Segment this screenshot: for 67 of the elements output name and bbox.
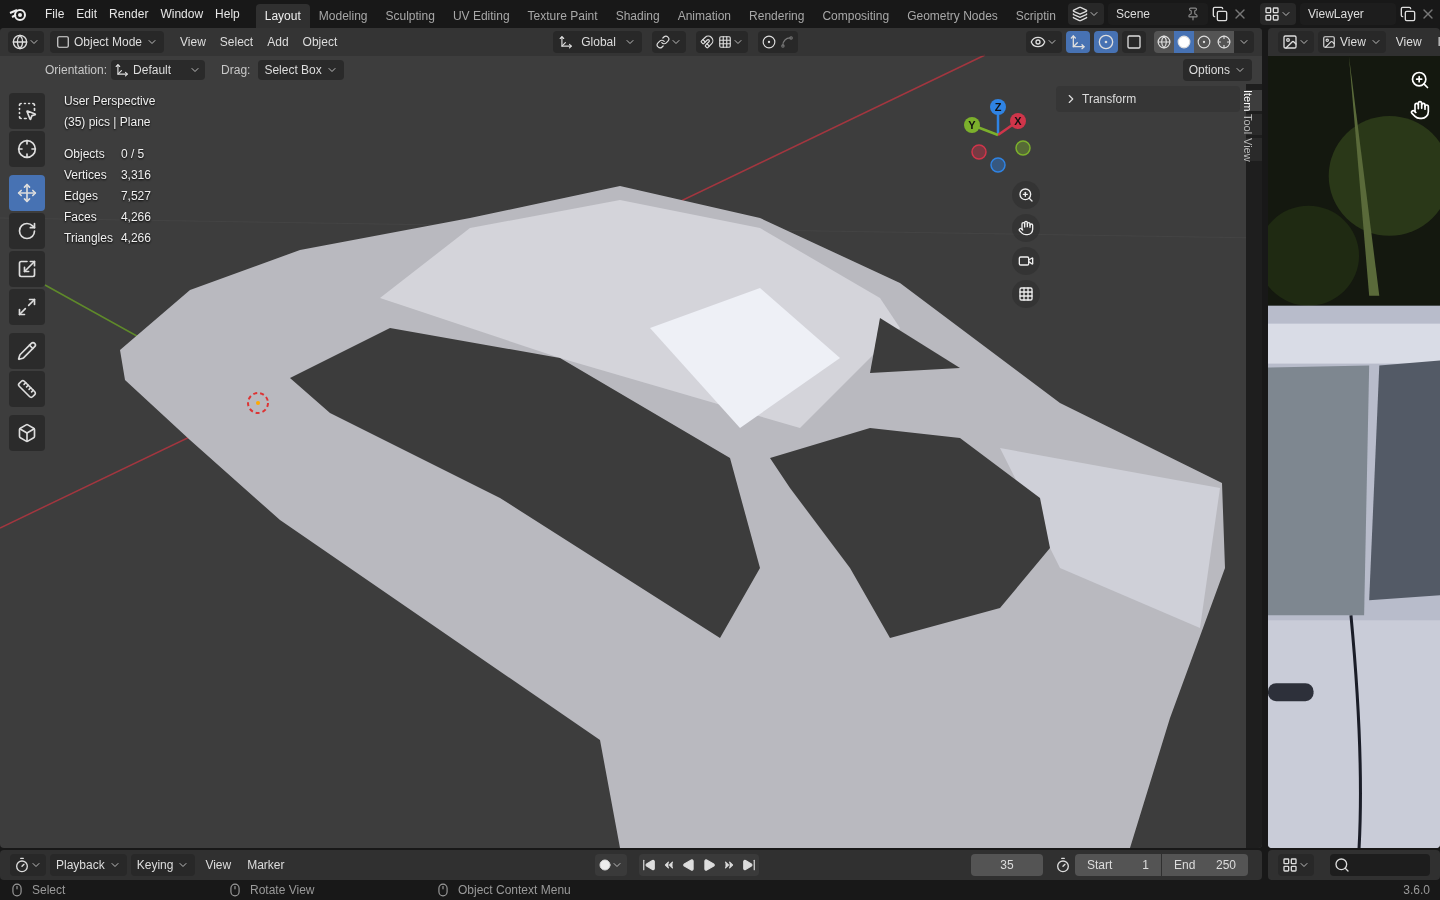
end-value: 250 — [1215, 857, 1236, 874]
menu-item[interactable]: Window — [154, 3, 210, 25]
end-frame-field[interactable]: End 250 — [1162, 854, 1248, 876]
axis-handle[interactable]: Z — [990, 99, 1006, 173]
panel-title: Transform — [1082, 91, 1137, 108]
drag-dropdown[interactable]: Select Box — [258, 60, 344, 80]
workspace-tab[interactable]: Rendering — [740, 4, 814, 28]
current-frame-field[interactable]: 35 — [971, 854, 1043, 876]
menu-item[interactable]: File — [39, 3, 71, 25]
transform-panel[interactable]: Transform — [1056, 86, 1240, 112]
stat-label: Triangles — [64, 230, 113, 247]
status-hint: Rotate View — [250, 882, 315, 899]
options-dropdown[interactable]: Options — [1182, 59, 1252, 81]
stat-value: 4,266 — [120, 209, 151, 226]
orientation-label: Orientation: — [45, 62, 108, 79]
view-name: User Perspective — [64, 93, 156, 110]
sidebar-tab[interactable]: Item — [1246, 90, 1262, 112]
start-label: Start — [1087, 857, 1113, 874]
scene-name: Scene — [1116, 6, 1151, 23]
workspace-tab[interactable]: Scriptin — [1006, 4, 1065, 28]
menu-item[interactable]: Select — [213, 31, 260, 53]
status-hint: Select — [32, 882, 66, 899]
menu-item[interactable]: View — [1389, 31, 1428, 53]
sidebar-tab[interactable]: View — [1246, 137, 1262, 162]
stat-value: 7,527 — [120, 188, 151, 205]
stat-value: 3,316 — [120, 167, 151, 184]
status-hint: Object Context Menu — [458, 882, 571, 899]
workspace-tab[interactable]: Sculpting — [376, 4, 444, 28]
orientation-dropdown[interactable]: Default — [111, 60, 206, 80]
stat-label: Faces — [64, 209, 98, 226]
workspace-tab[interactable]: Compositing — [813, 4, 899, 28]
stat-label: Objects — [64, 146, 106, 163]
scene-field[interactable]: Scene — [1108, 3, 1208, 25]
view-dropdown[interactable]: View — [1318, 31, 1386, 53]
menu-item[interactable]: Render — [103, 3, 155, 25]
stat-label: Edges — [64, 188, 100, 205]
menu-item[interactable]: Marker — [241, 854, 291, 876]
workspace-tab[interactable]: UV Editing — [443, 4, 519, 28]
transform-orientation-dropdown[interactable]: Global — [553, 31, 642, 53]
workspace-tab[interactable]: Geometry Nodes — [898, 4, 1007, 28]
workspace-tab[interactable]: Modeling — [309, 4, 377, 28]
view-layer-name: ViewLayer — [1308, 6, 1364, 23]
workspace-tab[interactable]: Animation — [668, 4, 741, 28]
menu-item[interactable]: View — [174, 31, 212, 53]
start-value: 1 — [1142, 857, 1149, 874]
drag-label: Drag: — [221, 62, 251, 79]
mode-dropdown[interactable]: Object Mode — [50, 31, 165, 53]
menu-item[interactable]: I — [1431, 31, 1440, 53]
view-layer-field[interactable]: ViewLayer — [1300, 3, 1396, 25]
active-object: (35) pics | Plane — [64, 114, 152, 131]
workspace-tab[interactable]: Texture Paint — [518, 4, 607, 28]
stat-label: Vertices — [64, 167, 108, 184]
workspace-tab[interactable]: Shading — [606, 4, 669, 28]
version-label: 3.6.0 — [1403, 882, 1430, 899]
menu-item[interactable]: Help — [209, 3, 246, 25]
stat-value: 4,266 — [120, 230, 151, 247]
end-label: End — [1174, 857, 1196, 874]
start-frame-field[interactable]: Start 1 — [1075, 854, 1161, 876]
timeline-dropdown[interactable]: Keying — [130, 854, 196, 876]
sidebar-tab[interactable]: Tool — [1246, 114, 1262, 135]
menu-item[interactable]: Edit — [70, 3, 104, 25]
workspace-tab[interactable]: Layout — [255, 4, 310, 28]
menu-item[interactable]: Object — [296, 31, 344, 53]
menu-item[interactable]: Add — [261, 31, 295, 53]
stat-value: 0 / 5 — [120, 146, 146, 163]
menu-item[interactable]: View — [199, 854, 238, 876]
timeline-dropdown[interactable]: Playback — [50, 854, 127, 876]
